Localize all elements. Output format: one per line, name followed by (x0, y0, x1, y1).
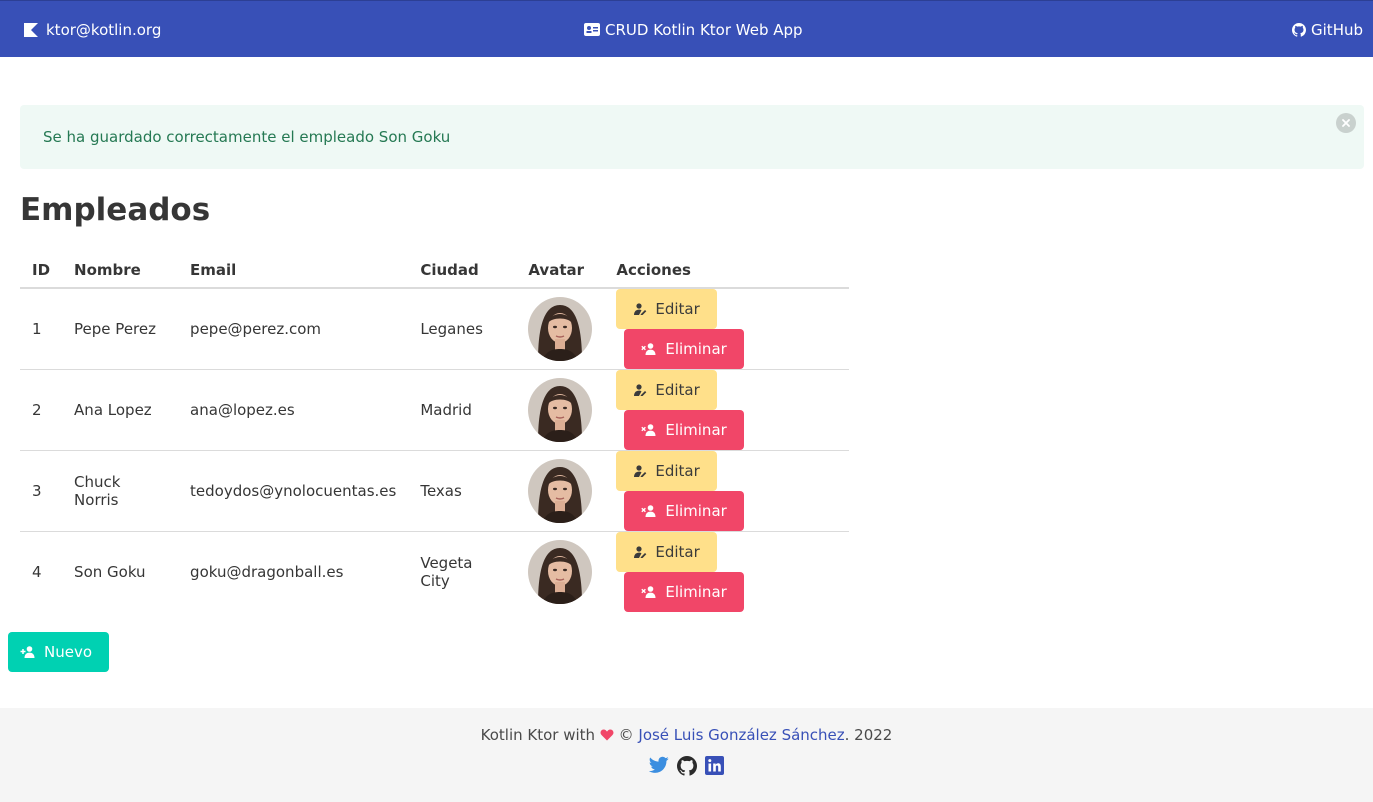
cell-avatar (516, 450, 605, 532)
remove-user-icon (641, 424, 656, 436)
edit-button-label: Editar (655, 381, 700, 399)
edit-button[interactable]: Editar (616, 289, 717, 329)
cell-name: Son Goku (74, 563, 146, 582)
github-link[interactable]: GitHub (1292, 1, 1363, 58)
github-icon (1292, 22, 1307, 37)
success-notification: Se ha guardado correctamente el empleado… (20, 105, 1364, 169)
cell-email: tedoydos@ynolocuentas.es (178, 450, 409, 532)
delete-button[interactable]: Eliminar (624, 491, 744, 531)
brand-link[interactable]: ktor@kotlin.org (24, 1, 161, 58)
cell-actions: Editar Eliminar (604, 532, 849, 613)
user-edit-icon (634, 546, 647, 559)
cell-id: 4 (32, 563, 42, 582)
cell-avatar (516, 288, 605, 370)
delete-button-label: Eliminar (665, 421, 727, 439)
cell-avatar (516, 369, 605, 451)
col-city-header: Ciudad (408, 252, 517, 289)
new-button-label: Nuevo (44, 643, 93, 661)
edit-button-label: Editar (655, 300, 700, 318)
cell-id: 2 (20, 369, 63, 451)
linkedin-link[interactable] (705, 756, 724, 780)
cell-city: Texas (408, 450, 517, 532)
table-header-row: ID Nombre Email Ciudad Avatar Acciones (20, 252, 849, 289)
col-id-header: ID (20, 252, 63, 289)
remove-user-icon (641, 505, 656, 517)
user-edit-icon (634, 384, 647, 396)
app-title: CRUD Kotlin Ktor Web App (584, 1, 803, 58)
cell-city: Leganes (408, 288, 517, 370)
edit-button[interactable]: Editar (616, 370, 717, 410)
user-edit-icon (634, 465, 647, 477)
navbar: ktor@kotlin.org CRUD Kotlin Ktor Web App… (0, 0, 1373, 57)
cell-name: Ana Lopez (62, 369, 179, 451)
edit-button[interactable]: Editar (616, 532, 717, 573)
avatar (528, 540, 593, 605)
linkedin-icon (705, 756, 724, 775)
delete-button[interactable]: Eliminar (624, 410, 744, 450)
github-footer-link[interactable] (677, 756, 698, 780)
table-row: 3 Chuck Norris tedoydos@ynolocuentas.es Tex… (20, 450, 849, 532)
delete-button-label: Eliminar (665, 340, 727, 358)
delete-button-label: Eliminar (665, 502, 727, 520)
social-links (0, 756, 1373, 780)
footer-copyright: © (618, 726, 634, 744)
delete-button[interactable]: Eliminar (624, 329, 744, 369)
edit-button-label: Editar (655, 543, 700, 562)
app-title-label: CRUD Kotlin Ktor Web App (605, 20, 803, 39)
table-row: 4 Son Goku goku@dragonball.es Vegeta City Ed… (20, 532, 849, 613)
close-icon (1342, 119, 1350, 127)
col-email-header: Email (178, 252, 409, 289)
id-card-icon (584, 23, 600, 36)
cell-actions: Editar Eliminar (604, 369, 849, 451)
user-edit-icon (634, 303, 647, 315)
table-row: 1 Pepe Perez pepe@perez.com Leganes Editar El… (20, 288, 849, 370)
twitter-link[interactable] (648, 756, 669, 780)
footer-credits: Kotlin Ktor with © José Luis González Sá… (0, 726, 1373, 744)
github-label: GitHub (1311, 20, 1363, 39)
cell-email: ana@lopez.es (178, 369, 409, 451)
delete-button[interactable]: Eliminar (624, 572, 744, 613)
close-notification-button[interactable] (1336, 113, 1356, 133)
cell-avatar (516, 532, 604, 613)
cell-name: Pepe Perez (62, 288, 179, 370)
page-title: Empleados (20, 192, 211, 228)
remove-user-icon (641, 343, 656, 355)
col-avatar-header: Avatar (516, 252, 605, 289)
footer: Kotlin Ktor with © José Luis González Sá… (0, 708, 1373, 802)
edit-button[interactable]: Editar (616, 451, 717, 491)
footer-prefix: Kotlin Ktor with (480, 726, 596, 744)
heart-icon (600, 729, 614, 741)
author-link[interactable]: José Luis González Sánchez (638, 726, 844, 744)
avatar (528, 378, 593, 442)
cell-actions: Editar Eliminar (604, 288, 849, 370)
new-employee-button[interactable]: Nuevo (8, 632, 110, 672)
notification-message: Se ha guardado correctamente el empleado… (43, 128, 451, 146)
cell-name: Chuck Norris (62, 450, 179, 532)
remove-user-icon (641, 586, 656, 599)
delete-button-label: Eliminar (665, 583, 727, 602)
col-name-header: Nombre (62, 252, 179, 289)
edit-button-label: Editar (655, 462, 700, 480)
col-actions-header: Acciones (604, 252, 849, 289)
avatar (528, 297, 593, 361)
add-user-icon (20, 646, 35, 658)
kotlin-logo-icon (24, 22, 38, 37)
cell-city: Vegeta City (420, 554, 473, 591)
twitter-icon (648, 756, 669, 773)
cell-city: Madrid (408, 369, 517, 451)
cell-id: 3 (20, 450, 63, 532)
footer-year: . 2022 (844, 726, 893, 744)
cell-email: pepe@perez.com (178, 288, 409, 370)
cell-email: goku@dragonball.es (190, 563, 344, 582)
cell-id: 1 (20, 288, 63, 370)
avatar (528, 459, 593, 523)
github-icon (677, 756, 698, 776)
table-row: 2 Ana Lopez ana@lopez.es Madrid Editar Elimin… (20, 369, 849, 451)
employees-table: ID Nombre Email Ciudad Avatar Acciones 1… (20, 252, 849, 613)
cell-actions: Editar Eliminar (604, 450, 849, 532)
brand-label: ktor@kotlin.org (46, 20, 162, 39)
